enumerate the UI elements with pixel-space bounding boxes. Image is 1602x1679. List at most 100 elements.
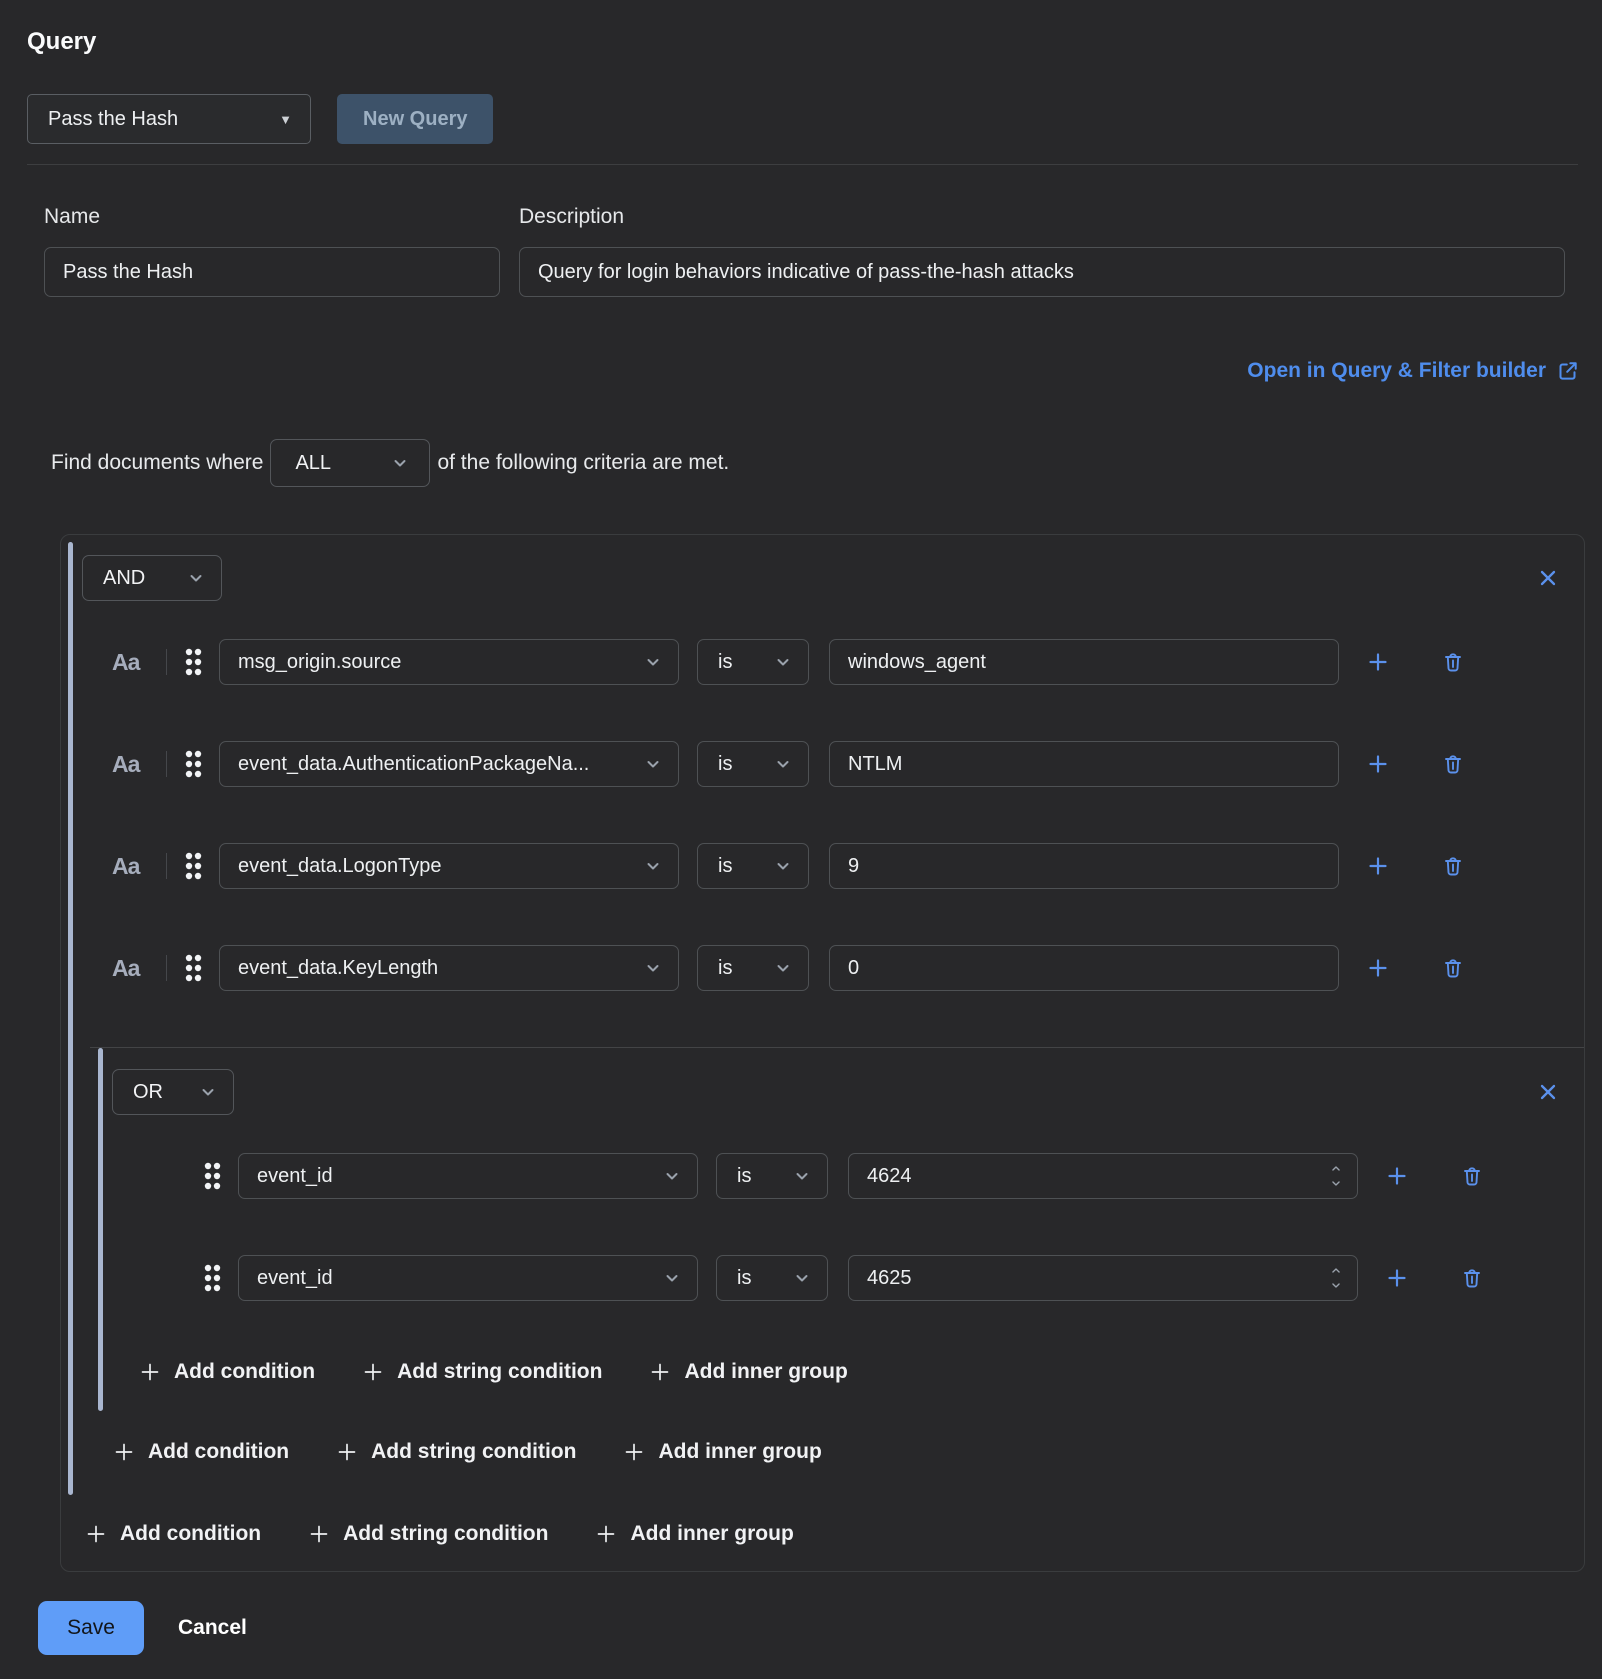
add-inner-group-button[interactable]: Add inner group	[622, 1440, 821, 1464]
new-query-button[interactable]: New Query	[337, 94, 493, 144]
operator-select[interactable]: is	[697, 741, 809, 787]
add-condition-button[interactable]: Add condition	[138, 1360, 315, 1384]
operator-select[interactable]: is	[716, 1255, 828, 1301]
string-type-icon: Aa	[112, 955, 142, 982]
field-select-value: event_data.AuthenticationPackageNa...	[238, 753, 589, 776]
add-value-button[interactable]	[1366, 854, 1390, 878]
name-label: Name	[44, 205, 500, 229]
match-type-select[interactable]: ALL	[270, 439, 430, 487]
plus-icon	[138, 1360, 162, 1384]
find-documents-row: Find documents where ALL of the followin…	[27, 439, 1602, 487]
value-input[interactable]	[829, 945, 1339, 991]
field-select[interactable]: event_data.AuthenticationPackageNa...	[219, 741, 679, 787]
number-stepper[interactable]	[1328, 1162, 1344, 1190]
and-operator-select[interactable]: AND	[82, 555, 222, 601]
stepper-up-icon[interactable]	[1328, 1162, 1344, 1175]
add-condition-button[interactable]: Add condition	[112, 1440, 289, 1464]
name-field[interactable]	[44, 247, 500, 297]
row-divider	[166, 955, 167, 981]
drag-handle-icon[interactable]	[184, 749, 203, 779]
operator-select[interactable]: is	[716, 1153, 828, 1199]
stepper-down-icon[interactable]	[1328, 1279, 1344, 1292]
operator-select-value: is	[718, 957, 732, 980]
delete-condition-button[interactable]	[1441, 956, 1465, 980]
cancel-button[interactable]: Cancel	[178, 1616, 247, 1640]
remove-or-group-button[interactable]	[1536, 1080, 1560, 1104]
add-value-button[interactable]	[1366, 752, 1390, 776]
string-type-icon: Aa	[112, 751, 142, 778]
delete-condition-button[interactable]	[1441, 752, 1465, 776]
add-inner-group-button[interactable]: Add inner group	[594, 1522, 793, 1546]
chevron-down-icon	[644, 653, 662, 671]
saved-query-select-value: Pass the Hash	[48, 108, 178, 131]
plus-icon	[648, 1360, 672, 1384]
number-stepper[interactable]	[1328, 1264, 1344, 1292]
delete-condition-button[interactable]	[1460, 1266, 1484, 1290]
add-value-button[interactable]	[1385, 1266, 1409, 1290]
meta-labels: Name Description	[27, 205, 1602, 229]
value-input[interactable]	[829, 639, 1339, 685]
add-string-condition-button[interactable]: Add string condition	[307, 1522, 548, 1546]
drag-handle-icon[interactable]	[184, 953, 203, 983]
number-value-input[interactable]	[848, 1153, 1358, 1199]
add-value-button[interactable]	[1385, 1164, 1409, 1188]
field-select[interactable]: event_data.LogonType	[219, 843, 679, 889]
plus-icon	[1385, 1164, 1409, 1188]
or-operator-value: OR	[133, 1081, 163, 1104]
and-group-add-actions: Add condition Add string condition Add i…	[112, 1437, 1584, 1467]
or-group-header: OR	[112, 1069, 1584, 1115]
add-string-condition-button[interactable]: Add string condition	[361, 1360, 602, 1384]
add-string-condition-label: Add string condition	[371, 1440, 576, 1464]
save-button[interactable]: Save	[38, 1601, 144, 1655]
value-input[interactable]	[829, 741, 1339, 787]
operator-select-value: is	[718, 753, 732, 776]
add-inner-group-label: Add inner group	[684, 1360, 847, 1384]
field-select[interactable]: msg_origin.source	[219, 639, 679, 685]
operator-select[interactable]: is	[697, 945, 809, 991]
field-select-value: event_data.KeyLength	[238, 957, 438, 980]
query-toolbar: Pass the Hash ▼ New Query	[27, 94, 1602, 144]
drag-handle-icon[interactable]	[184, 851, 203, 881]
query-editor-page: Query Pass the Hash ▼ New Query Name Des…	[0, 0, 1602, 1679]
close-icon	[1537, 567, 1559, 589]
add-value-button[interactable]	[1366, 650, 1390, 674]
trash-icon	[1460, 1164, 1484, 1188]
field-select-value: event_id	[257, 1165, 333, 1188]
field-select[interactable]: event_data.KeyLength	[219, 945, 679, 991]
drag-handle-icon[interactable]	[203, 1161, 222, 1191]
value-input[interactable]	[829, 843, 1339, 889]
stepper-down-icon[interactable]	[1328, 1177, 1344, 1190]
field-select[interactable]: event_id	[238, 1153, 698, 1199]
page-title: Query	[27, 28, 1602, 56]
add-condition-button[interactable]: Add condition	[84, 1522, 261, 1546]
delete-condition-button[interactable]	[1441, 854, 1465, 878]
open-in-query-filter-builder-link[interactable]: Open in Query & Filter builder	[1247, 359, 1580, 383]
chevron-down-icon	[187, 569, 205, 587]
add-string-condition-button[interactable]: Add string condition	[335, 1440, 576, 1464]
and-group-header: AND	[82, 555, 1584, 601]
delete-condition-button[interactable]	[1441, 650, 1465, 674]
remove-and-group-button[interactable]	[1536, 566, 1560, 590]
add-value-button[interactable]	[1366, 956, 1390, 980]
description-field[interactable]	[519, 247, 1565, 297]
chevron-down-icon	[644, 857, 662, 875]
delete-condition-button[interactable]	[1460, 1164, 1484, 1188]
add-inner-group-label: Add inner group	[630, 1522, 793, 1546]
drag-handle-icon[interactable]	[203, 1263, 222, 1293]
operator-select[interactable]: is	[697, 639, 809, 685]
match-type-value: ALL	[295, 452, 331, 475]
saved-query-select[interactable]: Pass the Hash ▼	[27, 94, 311, 144]
drag-handle-icon[interactable]	[184, 647, 203, 677]
external-link-icon	[1556, 359, 1580, 383]
stepper-up-icon[interactable]	[1328, 1264, 1344, 1277]
condition-row: event_id is	[112, 1255, 1584, 1301]
field-select-value: event_data.LogonType	[238, 855, 442, 878]
chevron-down-icon	[644, 959, 662, 977]
operator-select[interactable]: is	[697, 843, 809, 889]
or-operator-select[interactable]: OR	[112, 1069, 234, 1115]
field-select[interactable]: event_id	[238, 1255, 698, 1301]
operator-select-value: is	[737, 1267, 751, 1290]
add-inner-group-button[interactable]: Add inner group	[648, 1360, 847, 1384]
field-select-value: event_id	[257, 1267, 333, 1290]
number-value-input[interactable]	[848, 1255, 1358, 1301]
